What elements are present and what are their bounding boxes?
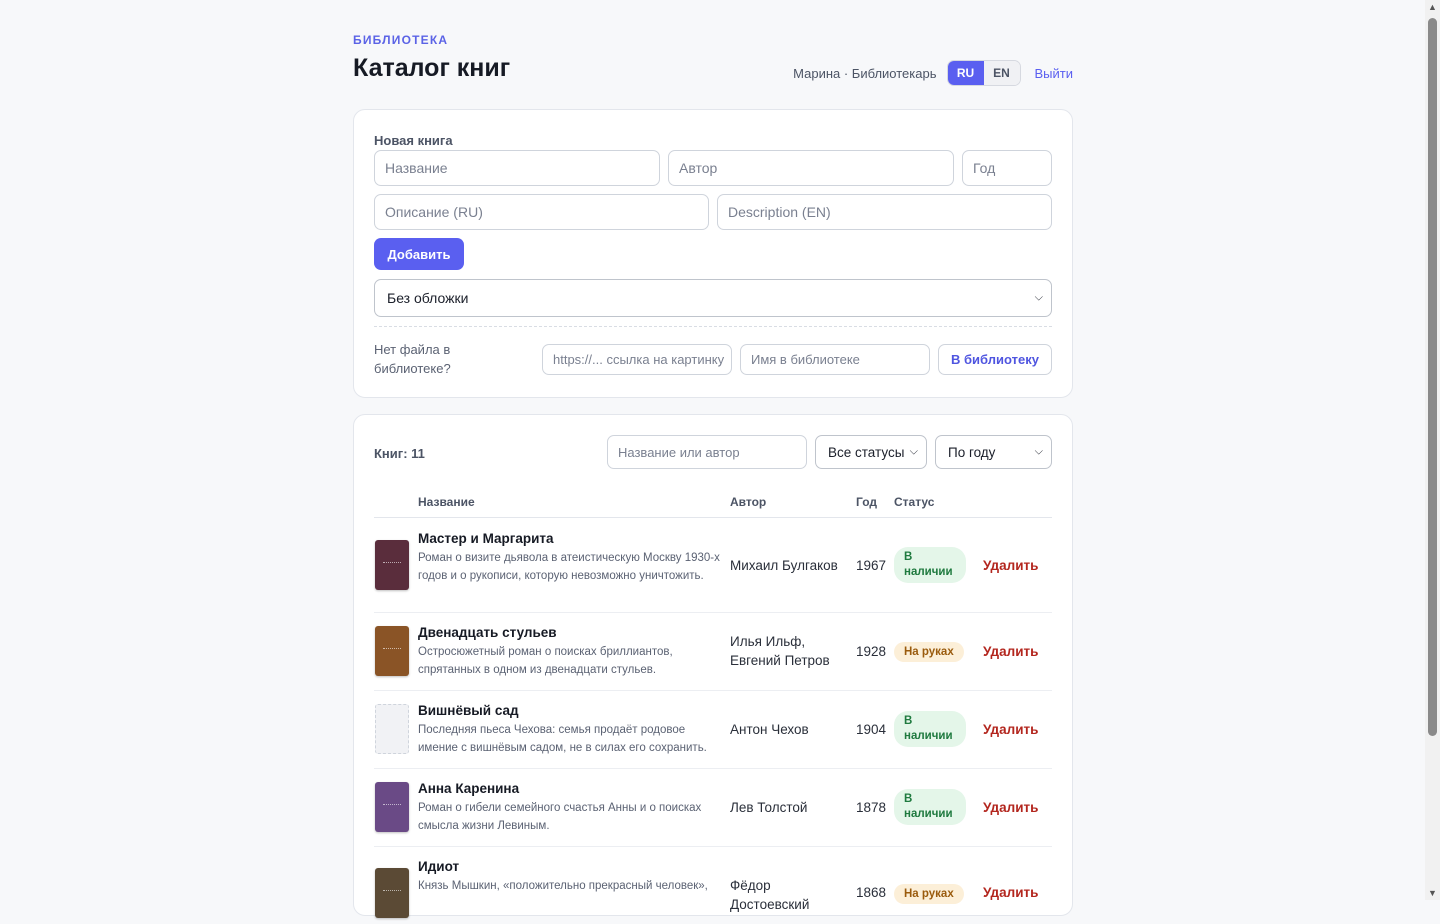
book-author: Илья Ильф, Евгений Петров: [730, 634, 830, 668]
new-book-label: Новая книга: [374, 133, 453, 148]
table-row: Вишнёвый сад Последняя пьеса Чехова: сем…: [374, 690, 1052, 769]
scrollbar-thumb[interactable]: [1428, 18, 1437, 736]
table-row: Мастер и Маргарита Роман о визите дьявол…: [374, 518, 1052, 613]
status-badge: На руках: [894, 642, 964, 662]
book-author: Антон Чехов: [730, 722, 809, 737]
sort-select[interactable]: По году ⌵: [935, 435, 1052, 469]
lang-ru-button[interactable]: RU: [947, 61, 984, 85]
status-badge: На руках: [894, 884, 964, 904]
book-author: Фёдор Достоевский: [730, 878, 810, 912]
delete-button[interactable]: Удалить: [983, 644, 1038, 659]
logout-link[interactable]: Выйти: [1035, 66, 1074, 81]
book-year: 1967: [856, 558, 887, 573]
library-name-input[interactable]: Имя в библиотеке: [740, 344, 930, 375]
page-scrollbar[interactable]: ▲ ▼: [1425, 0, 1440, 900]
new-book-card: Новая книга Название Автор Год Описание …: [353, 109, 1073, 398]
cover-select-value: Без обложки: [387, 290, 469, 306]
section-kicker: БИБЛИОТЕКА: [353, 33, 449, 47]
column-year[interactable]: Год: [856, 495, 877, 509]
sort-value: По году: [948, 444, 996, 460]
description-ru-input[interactable]: Описание (RU): [374, 194, 709, 230]
status-badge: В наличии: [894, 711, 966, 747]
book-year: 1928: [856, 644, 887, 659]
book-cover: [375, 626, 409, 676]
book-description: Роман о визите дьявола в атеистическую М…: [418, 552, 720, 582]
divider: [374, 326, 1052, 327]
book-year: 1868: [856, 885, 887, 900]
cover-select[interactable]: Без обложки ⌵: [374, 279, 1052, 317]
book-author: Михаил Булгаков: [730, 558, 838, 573]
table-row: Идиот Князь Мышкин, «положительно прекра…: [374, 846, 1052, 924]
book-cover: [375, 540, 409, 590]
to-library-button[interactable]: В библиотеку: [938, 344, 1052, 375]
chevron-down-icon: ⌵: [1034, 445, 1043, 458]
book-description: Роман о гибели семейного счастья Анны и …: [418, 802, 702, 832]
search-input[interactable]: Название или автор: [607, 435, 807, 469]
title-input[interactable]: Название: [374, 150, 660, 186]
table-row: Анна Каренина Роман о гибели семейного с…: [374, 768, 1052, 847]
page-title: Каталог книг: [353, 54, 511, 82]
status-filter-select[interactable]: Все статусы ⌵: [815, 435, 927, 469]
scroll-down-icon[interactable]: ▼: [1425, 888, 1440, 898]
table-header: Название Автор Год Статус: [374, 493, 1052, 518]
year-input[interactable]: Год: [962, 150, 1052, 186]
delete-button[interactable]: Удалить: [983, 885, 1038, 900]
delete-button[interactable]: Удалить: [983, 558, 1038, 573]
book-description: Остросюжетный роман о поисках бриллианто…: [418, 646, 673, 676]
book-count: Книг: 11: [374, 446, 425, 461]
book-title: Мастер и Маргарита: [418, 531, 554, 546]
author-input[interactable]: Автор: [668, 150, 954, 186]
description-en-input[interactable]: Description (EN): [717, 194, 1052, 230]
add-book-button[interactable]: Добавить: [374, 238, 464, 270]
book-cover: [375, 782, 409, 832]
column-title[interactable]: Название: [418, 495, 475, 509]
book-title: Анна Каренина: [418, 781, 520, 796]
chevron-down-icon: ⌵: [909, 445, 918, 458]
user-bar: Марина · Библиотекарь RU EN Выйти: [793, 60, 1074, 86]
no-file-text: Нет файла в библиотеке?: [374, 342, 451, 376]
book-year: 1904: [856, 722, 887, 737]
delete-button[interactable]: Удалить: [983, 722, 1038, 737]
book-title: Вишнёвый сад: [418, 703, 519, 718]
table-row: Двенадцать стульев Остросюжетный роман о…: [374, 612, 1052, 691]
column-status[interactable]: Статус: [894, 495, 934, 509]
book-list-card: Книг: 11 Название или автор Все статусы …: [353, 414, 1073, 918]
book-cover: [375, 868, 409, 918]
delete-button[interactable]: Удалить: [983, 800, 1038, 815]
book-description: Князь Мышкин, «положительно прекрасный ч…: [418, 880, 708, 892]
book-year: 1878: [856, 800, 887, 815]
language-switch: RU EN: [946, 60, 1021, 86]
status-filter-value: Все статусы: [828, 444, 905, 460]
book-cover-placeholder: [375, 704, 409, 754]
lang-en-button[interactable]: EN: [983, 61, 1020, 85]
chevron-down-icon: ⌵: [1034, 291, 1043, 304]
status-badge: В наличии: [894, 547, 966, 583]
image-url-input[interactable]: https://... ссылка на картинку: [542, 344, 732, 375]
column-author[interactable]: Автор: [730, 495, 766, 509]
book-title: Идиот: [418, 859, 460, 874]
book-title: Двенадцать стульев: [418, 625, 557, 640]
status-badge: В наличии: [894, 789, 966, 825]
scroll-up-icon[interactable]: ▲: [1425, 2, 1440, 12]
book-description: Последняя пьеса Чехова: семья продаёт ро…: [418, 724, 707, 754]
user-info: Марина · Библиотекарь: [793, 65, 937, 81]
book-author: Лев Толстой: [730, 800, 808, 815]
